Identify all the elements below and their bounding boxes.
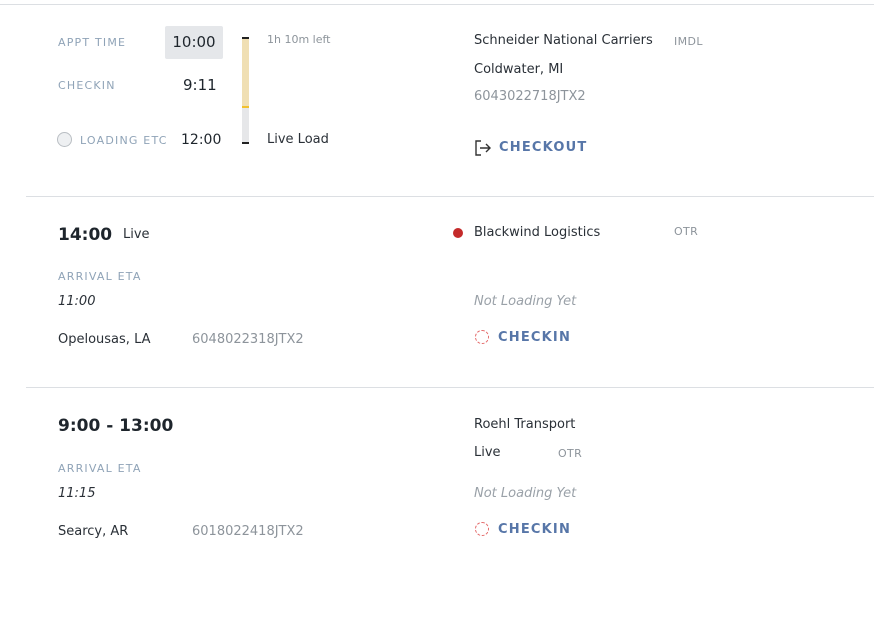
loading-status-text: Not Loading Yet bbox=[474, 486, 577, 501]
carrier-tag: OTR bbox=[558, 447, 583, 460]
load-mode-text: Live bbox=[123, 227, 150, 242]
arrival-eta-label: ARRIVAL ETA bbox=[58, 270, 142, 283]
location-text: Coldwater, MI bbox=[474, 62, 564, 77]
loading-etc-label: LOADING ETC bbox=[80, 134, 168, 147]
card-divider bbox=[26, 387, 874, 388]
location-text: Searcy, AR bbox=[58, 524, 129, 539]
time-left-text: 1h 10m left bbox=[267, 33, 331, 46]
reference-number: 6018022418JTX2 bbox=[192, 524, 304, 539]
load-type-text: Live Load bbox=[267, 132, 329, 147]
card-divider bbox=[26, 196, 874, 197]
checkout-icon bbox=[475, 140, 491, 156]
loading-spinner-icon bbox=[475, 522, 489, 536]
checkin-label: CHECKIN bbox=[498, 330, 572, 345]
loading-etc-value: 12:00 bbox=[181, 132, 222, 148]
arrival-eta-value: 11:15 bbox=[58, 486, 96, 501]
carrier-tag: IMDL bbox=[674, 35, 703, 48]
location-text: Opelousas, LA bbox=[58, 332, 151, 347]
appt-time-value: 10:00 bbox=[165, 26, 223, 59]
checkin-label: CHECKIN bbox=[498, 522, 572, 537]
loading-status-text: Not Loading Yet bbox=[474, 294, 577, 309]
top-divider bbox=[0, 4, 874, 5]
carrier-name: Schneider National Carriers bbox=[474, 33, 653, 48]
loading-spinner-icon bbox=[475, 330, 489, 344]
reference-number: 6048022318JTX2 bbox=[192, 332, 304, 347]
appointment-time-window: 9:00 - 13:00 bbox=[58, 416, 174, 436]
carrier-name: Blackwind Logistics bbox=[474, 225, 601, 240]
appointment-time: 14:00 bbox=[58, 225, 113, 245]
checkout-label: CHECKOUT bbox=[499, 140, 588, 155]
late-status-dot bbox=[453, 228, 463, 238]
carrier-tag: OTR bbox=[674, 225, 699, 238]
reference-number: 6043022718JTX2 bbox=[474, 89, 586, 104]
arrival-eta-label: ARRIVAL ETA bbox=[58, 462, 142, 475]
load-mode-text: Live bbox=[474, 445, 501, 460]
checkin-label: CHECKIN bbox=[58, 79, 116, 92]
arrival-eta-value: 11:00 bbox=[58, 294, 96, 309]
timeline-remaining bbox=[242, 108, 249, 142]
checkin-time-value: 9:11 bbox=[183, 76, 217, 94]
carrier-name: Roehl Transport bbox=[474, 417, 576, 432]
loading-status-icon bbox=[57, 132, 72, 147]
appt-time-label: APPT TIME bbox=[58, 36, 127, 49]
timeline-progress-fill bbox=[242, 39, 249, 106]
timeline-end-tick bbox=[242, 142, 249, 144]
